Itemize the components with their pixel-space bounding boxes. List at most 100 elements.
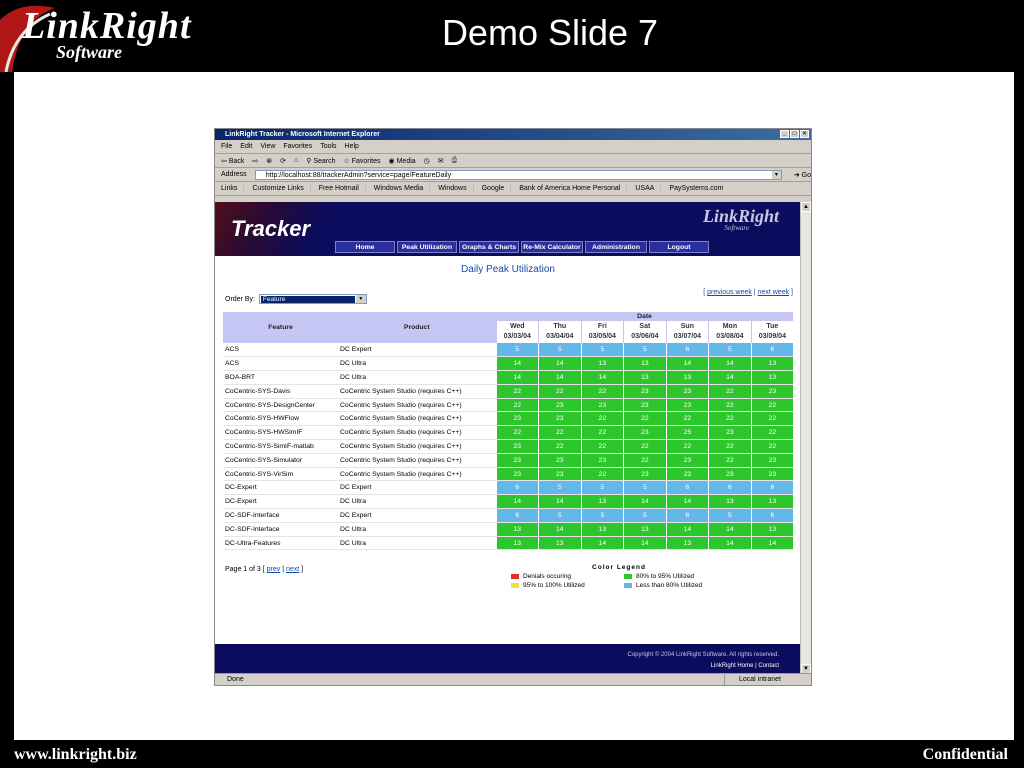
value-cell: 22 xyxy=(538,384,582,399)
feature-cell: CoCentric-SYS-VirSim xyxy=(223,467,338,482)
back-button[interactable]: ⇦ Back xyxy=(221,157,244,165)
footer-contact-link[interactable]: Contact xyxy=(758,663,779,669)
scroll-up-icon[interactable]: ▲ xyxy=(801,202,811,212)
value-cell: 13 xyxy=(708,494,752,510)
maximize-icon[interactable]: □ xyxy=(790,130,799,138)
menu-tools[interactable]: Tools xyxy=(320,143,336,150)
day-header: Mon 03/08/04 xyxy=(708,321,752,343)
menu-help[interactable]: Help xyxy=(345,143,359,150)
nav-remix-calculator[interactable]: Re-Mix Calculator xyxy=(521,241,583,253)
footer-home-link[interactable]: LinkRight Home xyxy=(711,663,754,669)
value-cell: 14 xyxy=(495,494,539,510)
media-button[interactable]: ◉ Media xyxy=(389,157,416,165)
home-icon[interactable]: ⌂ xyxy=(294,157,298,164)
value-cell: 22 xyxy=(580,384,624,399)
nav-peak-utilization[interactable]: Peak Utilization xyxy=(397,241,457,253)
value-cell: 5 xyxy=(623,343,667,358)
print-icon[interactable]: ⎙ xyxy=(452,157,458,165)
next-week-link[interactable]: next week xyxy=(758,289,790,296)
value-cell: 6 xyxy=(665,343,709,358)
value-cell: 22 xyxy=(495,384,539,399)
history-icon[interactable]: ◷ xyxy=(424,157,430,165)
close-icon[interactable]: × xyxy=(800,130,809,138)
menu-file[interactable]: File xyxy=(221,143,232,150)
value-cell: 5 xyxy=(708,343,752,358)
legend-95-100: 95% to 100% Utilized xyxy=(511,581,614,590)
feature-cell: CoCentric-SYS-Davis xyxy=(223,384,338,399)
value-cell: 22 xyxy=(708,384,752,399)
forward-icon[interactable]: ⇨ xyxy=(252,157,258,165)
product-cell: DC Expert xyxy=(338,480,496,496)
value-cell: 23 xyxy=(708,467,752,482)
product-cell: CoCentric System Studio (requires C++) xyxy=(338,453,496,468)
value-cell: 6 xyxy=(495,480,539,496)
stop-icon[interactable]: ⊗ xyxy=(266,157,272,165)
nav-administration[interactable]: Administration xyxy=(585,241,647,253)
menu-favorites[interactable]: Favorites xyxy=(283,143,312,150)
link-customize[interactable]: Customize Links xyxy=(243,185,304,192)
value-cell: 23 xyxy=(665,467,709,482)
order-by-select[interactable]: Feature ▼ xyxy=(258,294,367,304)
value-cell: 22 xyxy=(708,398,752,413)
link-windows[interactable]: Windows xyxy=(429,185,467,192)
nav-graphs-charts[interactable]: Graphs & Charts xyxy=(459,241,519,253)
value-cell: 13 xyxy=(623,356,667,372)
value-cell: 22 xyxy=(580,467,624,482)
zone-text: Local intranet xyxy=(723,674,781,685)
address-dropdown-icon[interactable]: ▾ xyxy=(771,170,781,179)
value-cell: 22 xyxy=(538,425,582,441)
value-cell: 6 xyxy=(665,480,709,496)
link-hotmail[interactable]: Free Hotmail xyxy=(309,185,359,192)
value-cell: 22 xyxy=(623,411,667,427)
previous-week-link[interactable]: previous week xyxy=(707,289,752,296)
link-paysystems[interactable]: PaySystems.com xyxy=(660,185,724,192)
value-cell: 23 xyxy=(665,398,709,413)
vertical-scrollbar[interactable]: ▲ ▼ xyxy=(800,202,811,674)
value-cell: 22 xyxy=(580,425,624,441)
value-cell: 14 xyxy=(538,494,582,510)
link-bofa[interactable]: Bank of America Home Personal xyxy=(510,185,620,192)
link-usaa[interactable]: USAA xyxy=(626,185,654,192)
address-input[interactable]: http://localhost:88/trackerAdmin?service… xyxy=(254,169,782,180)
browser-window: LinkRight Tracker - Microsoft Internet E… xyxy=(214,128,812,686)
refresh-icon[interactable]: ⟳ xyxy=(280,157,286,165)
value-cell: 5 xyxy=(538,343,582,358)
value-cell: 23 xyxy=(580,398,624,413)
value-cell: 14 xyxy=(623,536,667,551)
nav-logout[interactable]: Logout xyxy=(649,241,709,253)
value-cell: 23 xyxy=(665,384,709,399)
legend-swatch xyxy=(624,582,632,588)
product-cell: DC Ultra xyxy=(338,356,496,372)
table-row: CoCentric-SYS-Simulator CoCentric System … xyxy=(223,453,793,468)
value-cell: 22 xyxy=(750,439,793,454)
footer-confidential: Confidential xyxy=(922,746,1008,763)
next-page-link[interactable]: next xyxy=(286,566,299,573)
value-cell: 22 xyxy=(750,398,793,413)
page-footer: Copyright © 2004 LinkRight Software. All… xyxy=(215,644,801,674)
value-cell: 23 xyxy=(665,453,709,468)
favorites-button[interactable]: ☆ Favorites xyxy=(344,157,381,165)
link-google[interactable]: Google xyxy=(472,185,504,192)
prev-page-link[interactable]: prev xyxy=(267,566,281,573)
order-by: Order By: Feature ▼ xyxy=(225,294,367,304)
mail-icon[interactable]: ✉ xyxy=(438,157,444,165)
search-button[interactable]: ⚲ Search xyxy=(306,157,335,165)
day-header: Thu 03/04/04 xyxy=(538,321,582,343)
value-cell: 6 xyxy=(750,343,793,358)
menu-view[interactable]: View xyxy=(260,143,275,150)
product-cell: CoCentric System Studio (requires C++) xyxy=(338,439,496,454)
toolbar: ⇦ Back ⇨ ⊗ ⟳ ⌂ ⚲ Search ☆ Favorites ◉ Me… xyxy=(215,154,811,168)
go-button[interactable]: ➜ Go xyxy=(794,171,811,179)
legend-swatch xyxy=(511,573,519,579)
value-cell: 22 xyxy=(538,439,582,454)
minimize-icon[interactable]: _ xyxy=(780,130,789,138)
menu-edit[interactable]: Edit xyxy=(240,143,252,150)
link-windows-media[interactable]: Windows Media xyxy=(364,185,423,192)
value-cell: 14 xyxy=(750,536,793,551)
feature-cell: DC-SDF-Interface xyxy=(223,508,338,523)
nav-home[interactable]: Home xyxy=(335,241,395,253)
feature-cell: BOA-BRT xyxy=(223,370,338,385)
week-nav: [ previous week | next week ] xyxy=(703,289,793,296)
value-cell: 23 xyxy=(708,425,752,441)
value-cell: 23 xyxy=(623,398,667,413)
